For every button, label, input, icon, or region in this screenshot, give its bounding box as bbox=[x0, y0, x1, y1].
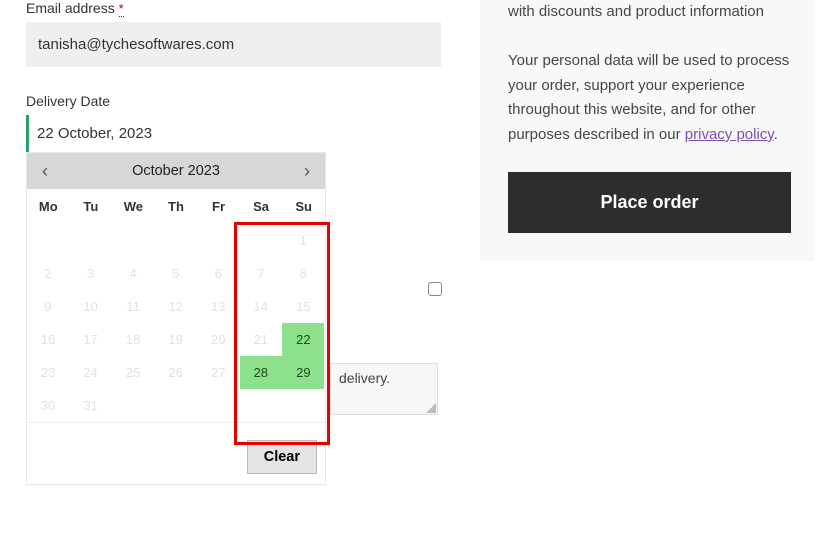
calendar-day-13: 13 bbox=[197, 290, 239, 323]
calendar-day-12: 12 bbox=[155, 290, 197, 323]
calendar-day-10: 10 bbox=[70, 290, 112, 323]
calendar-day-26: 26 bbox=[155, 356, 197, 389]
lone-checkbox[interactable] bbox=[428, 282, 442, 296]
calendar-day-5: 5 bbox=[155, 257, 197, 290]
calendar-day-6: 6 bbox=[197, 257, 239, 290]
calendar-day-2: 2 bbox=[27, 257, 69, 290]
privacy-suffix: . bbox=[774, 126, 778, 143]
calendar-grid: MoTuWeThFrSaSu 1234567891011121314151617… bbox=[27, 189, 325, 422]
calendar-dow-su: Su bbox=[282, 189, 325, 224]
delivery-hint-text: delivery. bbox=[339, 370, 390, 386]
calendar-dow-fr: Fr bbox=[197, 189, 240, 224]
calendar-dow-th: Th bbox=[155, 189, 198, 224]
calendar-title: October 2023 bbox=[132, 163, 220, 179]
calendar-day-4: 4 bbox=[112, 257, 154, 290]
delivery-hint-box[interactable]: delivery. bbox=[330, 363, 438, 415]
calendar-day-23: 23 bbox=[27, 356, 69, 389]
calendar-day-14: 14 bbox=[240, 290, 282, 323]
delivery-date-field[interactable]: 22 October, 2023 bbox=[26, 115, 441, 152]
sidebar-privacy-line: Your personal data will be used to proce… bbox=[508, 49, 791, 148]
email-label-text: Email address bbox=[26, 0, 115, 16]
resize-handle-icon[interactable] bbox=[426, 403, 436, 413]
delivery-date-value: 22 October, 2023 bbox=[37, 125, 152, 142]
chevron-right-icon: › bbox=[304, 161, 310, 182]
calendar-day-29[interactable]: 29 bbox=[282, 356, 324, 389]
calendar-day-17: 17 bbox=[70, 323, 112, 356]
prev-month-button[interactable]: ‹ bbox=[33, 159, 57, 183]
calendar-day-3: 3 bbox=[70, 257, 112, 290]
calendar-day-15: 15 bbox=[282, 290, 324, 323]
next-month-button[interactable]: › bbox=[295, 159, 319, 183]
required-asterisk-icon: * bbox=[119, 1, 124, 17]
calendar-day-24: 24 bbox=[70, 356, 112, 389]
calendar-day-21: 21 bbox=[240, 323, 282, 356]
calendar-day-11: 11 bbox=[112, 290, 154, 323]
calendar-day-7: 7 bbox=[240, 257, 282, 290]
privacy-policy-link[interactable]: privacy policy bbox=[685, 126, 774, 143]
calendar-day-20: 20 bbox=[197, 323, 239, 356]
email-field[interactable] bbox=[26, 22, 441, 67]
calendar-dow-sa: Sa bbox=[240, 189, 283, 224]
calendar-day-22[interactable]: 22 bbox=[282, 323, 324, 356]
calendar-day-31: 31 bbox=[70, 389, 112, 422]
calendar-divider bbox=[27, 422, 325, 440]
email-label: Email address * bbox=[26, 0, 446, 16]
calendar-day-19: 19 bbox=[155, 323, 197, 356]
chevron-left-icon: ‹ bbox=[42, 161, 48, 182]
calendar-day-18: 18 bbox=[112, 323, 154, 356]
calendar-day-30: 30 bbox=[27, 389, 69, 422]
calendar-day-8: 8 bbox=[282, 257, 324, 290]
sidebar-line-1: with discounts and product information bbox=[508, 0, 791, 25]
calendar-dow-tu: Tu bbox=[70, 189, 113, 224]
calendar-day-16: 16 bbox=[27, 323, 69, 356]
calendar-header: ‹ October 2023 › bbox=[27, 153, 325, 189]
order-summary-sidebar: with discounts and product information Y… bbox=[480, 0, 815, 261]
place-order-button[interactable]: Place order bbox=[508, 172, 791, 233]
calendar-day-9: 9 bbox=[27, 290, 69, 323]
calendar-day-25: 25 bbox=[112, 356, 154, 389]
calendar-day-27: 27 bbox=[197, 356, 239, 389]
datepicker: ‹ October 2023 › MoTuWeThFrSaSu 12345678… bbox=[26, 152, 326, 485]
calendar-dow-we: We bbox=[112, 189, 155, 224]
calendar-day-28[interactable]: 28 bbox=[240, 356, 282, 389]
calendar-dow-mo: Mo bbox=[27, 189, 70, 224]
calendar-day-1: 1 bbox=[282, 224, 324, 257]
clear-button[interactable]: Clear bbox=[247, 440, 317, 474]
delivery-date-label: Delivery Date bbox=[26, 93, 446, 109]
